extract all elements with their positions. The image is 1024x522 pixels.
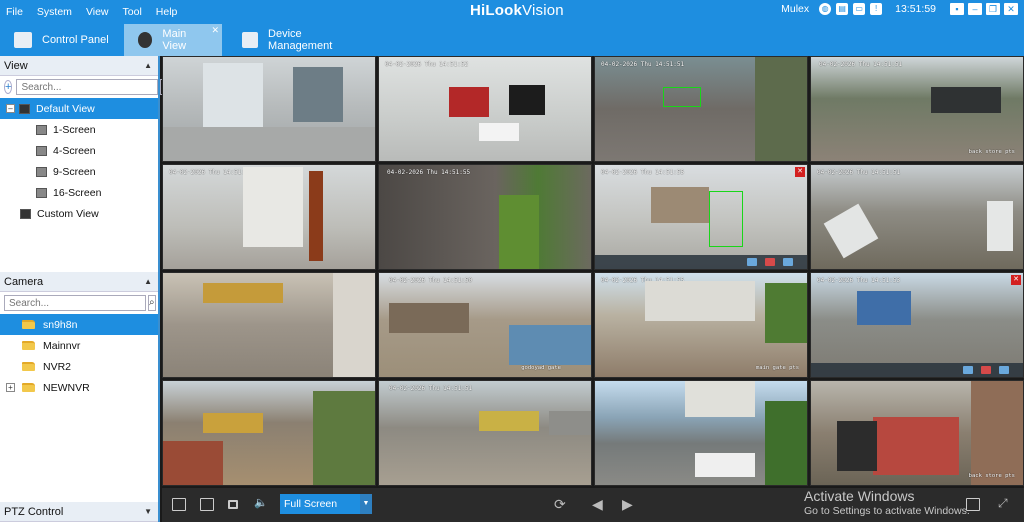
grid-9-icon [36, 166, 47, 177]
user-name: Mulex [781, 3, 810, 15]
custom-view-icon [20, 208, 31, 219]
ptz-section-header[interactable]: PTZ Control ▼ [0, 502, 158, 522]
next-page-icon[interactable]: ▶ [622, 496, 633, 513]
tab-main-view[interactable]: Main View ✕ [124, 24, 222, 56]
video-cell-8[interactable]: 04-02-2026 Thu 14:51:51 [810, 164, 1024, 270]
alarm-icon[interactable]: ! [870, 3, 883, 15]
tree-item-16-screen[interactable]: 16-Screen [0, 182, 158, 203]
window-division-icon[interactable] [200, 498, 214, 511]
tab-bar: Control Panel Main View ✕ Device Managem… [0, 24, 1024, 56]
close-button[interactable]: ✕ [1004, 3, 1018, 15]
menu-view[interactable]: View [86, 6, 109, 18]
video-cell-5[interactable]: 04-02-2026 Thu 14:51:53 [162, 164, 376, 270]
bottom-toolbar: 🔈 Full Screen ▼ ⟳ ◀ ▶ Activate Windows G… [162, 488, 1024, 522]
view-search-input[interactable] [16, 79, 159, 95]
search-icon[interactable]: ⌕ [148, 295, 156, 311]
brand-logo: HiLookVision [470, 2, 564, 19]
menu-help[interactable]: Help [156, 6, 178, 18]
add-view-button[interactable]: + [4, 80, 13, 94]
tree-item-1-screen[interactable]: 1-Screen [0, 119, 158, 140]
folder-icon [22, 383, 35, 392]
camera-section-header[interactable]: Camera ▲ [0, 272, 158, 292]
view-section-header[interactable]: View ▲ [0, 56, 158, 76]
tab-control-panel[interactable]: Control Panel [0, 24, 124, 56]
title-bar: File System View Tool Help HiLookVision … [0, 0, 1024, 24]
save-view-icon[interactable] [172, 498, 186, 511]
left-panel: View ▲ + ⌕ – Default View 1-Screen 4-Scr… [0, 56, 169, 522]
tree-item-camera-group[interactable]: + NEWNVR [0, 377, 158, 398]
grid-4-icon [36, 145, 47, 156]
previous-page-icon[interactable]: ◀ [592, 496, 603, 513]
lock-icon[interactable]: ▪ [950, 3, 964, 15]
video-cell-9[interactable] [162, 272, 376, 378]
tab-device-management[interactable]: Device Management [222, 24, 372, 56]
volume-icon[interactable]: 🔈 [254, 496, 268, 509]
grid-16-icon [36, 187, 47, 198]
expand-icon[interactable]: ▼ [144, 507, 152, 516]
capture-icon[interactable] [963, 366, 973, 374]
refresh-icon[interactable]: ⟳ [554, 496, 566, 513]
chevron-down-icon[interactable]: ▼ [360, 494, 372, 514]
video-cell-14[interactable]: 04-02-2026 Thu 14:51:51 [378, 380, 592, 486]
menu-file[interactable]: File [6, 6, 23, 18]
fullscreen-icon[interactable]: ⤢ [998, 496, 1008, 511]
video-cell-12[interactable]: 04-02-2026 Thu 14:51:53 ✕ [810, 272, 1024, 378]
menu-tool[interactable]: Tool [123, 6, 142, 18]
home-icon [14, 32, 32, 48]
close-cell-icon[interactable]: ✕ [1011, 275, 1021, 285]
globe-icon[interactable]: ◍ [819, 3, 832, 15]
tree-item-camera-group[interactable]: NVR2 [0, 356, 158, 377]
monitor-icon[interactable]: ▭ [853, 3, 866, 15]
minimize-button[interactable]: – [968, 3, 982, 15]
detection-box [709, 191, 743, 247]
menu-system[interactable]: System [37, 6, 72, 18]
collapse-icon[interactable]: ▲ [144, 277, 152, 286]
video-cell-7[interactable]: 04-02-2026 Thu 14:51:55 ✕ [594, 164, 808, 270]
folder-icon [22, 320, 35, 329]
tree-item-default-view[interactable]: – Default View [0, 98, 158, 119]
tree-item-camera-group[interactable]: Mainnvr [0, 335, 158, 356]
layout-icon[interactable] [966, 498, 980, 511]
folder-icon [22, 362, 35, 371]
folder-icon [22, 341, 35, 350]
grid-1-icon [36, 124, 47, 135]
video-cell-2[interactable]: 04-02-2026 Thu 14:51:52 [378, 56, 592, 162]
capture-icon[interactable] [747, 258, 757, 266]
video-cell-6[interactable]: 04-02-2026 Thu 14:51:55 [378, 164, 592, 270]
playback-icon[interactable] [783, 258, 793, 266]
video-cell-16[interactable]: back store pts [810, 380, 1024, 486]
video-grid: 04-02-2026 Thu 14:51:52 04-02-2026 Thu 1… [162, 56, 1024, 488]
camera-search-input[interactable] [4, 295, 146, 311]
detection-box [663, 87, 701, 107]
playback-icon[interactable] [999, 366, 1009, 374]
collapse-tree-icon[interactable]: – [6, 104, 15, 113]
tree-item-camera-group[interactable]: sn9h8n [0, 314, 158, 335]
video-cell-13[interactable] [162, 380, 376, 486]
screen-mode-select[interactable]: Full Screen ▼ [280, 494, 372, 514]
hdd-icon[interactable]: ▤ [836, 3, 849, 15]
collapse-icon[interactable]: ▲ [144, 61, 152, 70]
tree-item-custom-view[interactable]: Custom View [0, 203, 158, 224]
camera-icon [138, 32, 153, 48]
tree-item-4-screen[interactable]: 4-Screen [0, 140, 158, 161]
video-cell-10[interactable]: 04-02-2026 Thu 14:51:50 godoyad gate [378, 272, 592, 378]
activate-windows-watermark: Activate Windows Go to Settings to activ… [804, 488, 970, 517]
menu-bar: File System View Tool Help [0, 6, 191, 18]
stop-all-icon[interactable] [228, 500, 238, 509]
video-cell-15[interactable] [594, 380, 808, 486]
close-cell-icon[interactable]: ✕ [795, 167, 805, 177]
view-icon [19, 103, 30, 114]
expand-tree-icon[interactable]: + [6, 383, 15, 392]
video-cell-11[interactable]: 04-02-2026 Thu 14:51:55 main gate pts [594, 272, 808, 378]
video-cell-4[interactable]: 04-02-2026 Thu 14:51:51 back store pts [810, 56, 1024, 162]
restore-button[interactable]: ❐ [986, 3, 1000, 15]
record-icon[interactable] [981, 366, 991, 374]
video-cell-1[interactable] [162, 56, 376, 162]
device-icon [242, 32, 259, 48]
record-icon[interactable] [765, 258, 775, 266]
tree-item-9-screen[interactable]: 9-Screen [0, 161, 158, 182]
video-cell-3[interactable]: 04-02-2026 Thu 14:51:51 [594, 56, 808, 162]
clock: 13:51:59 [895, 3, 936, 15]
tab-close-icon[interactable]: ✕ [211, 25, 219, 36]
